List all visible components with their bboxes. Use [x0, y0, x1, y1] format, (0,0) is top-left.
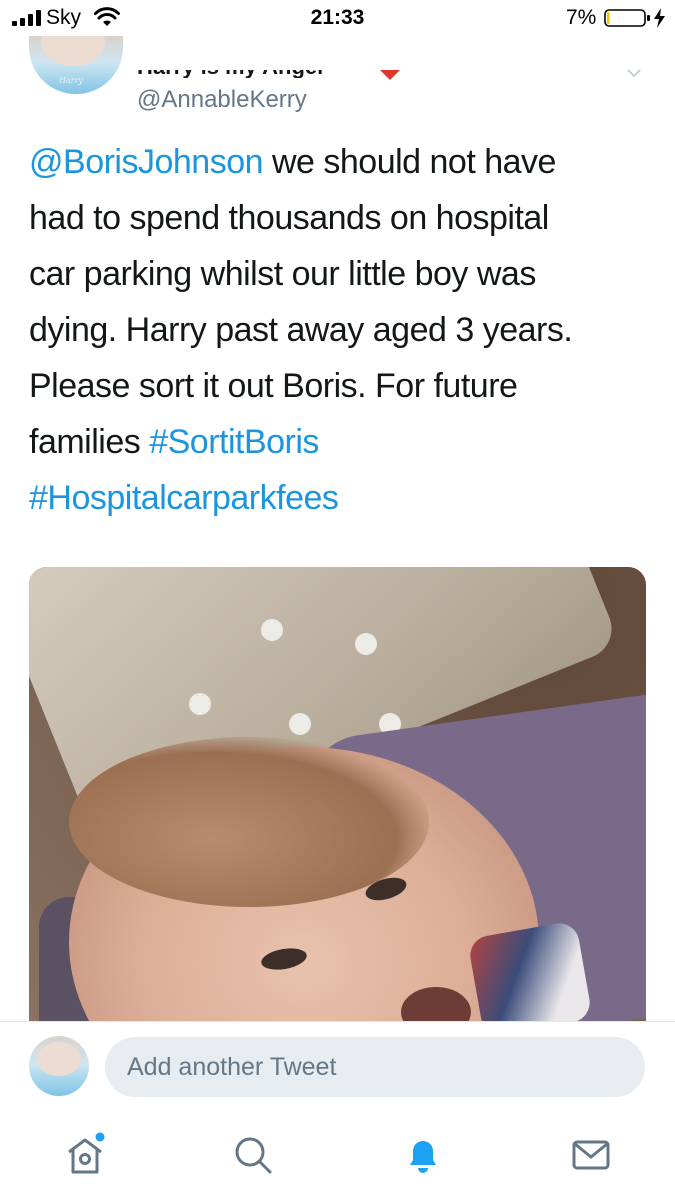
- tweet-line: @BorisJohnson we should not have: [29, 143, 556, 181]
- tweet-line: #Hospitalcarparkfees: [29, 470, 649, 526]
- tweet-line: dying. Harry past away aged 3 years.: [29, 311, 573, 349]
- tweet-line: Please sort it out Boris. For future: [29, 367, 518, 405]
- tweet-line: had to spend thousands on hospital: [29, 199, 549, 237]
- tweet-photo[interactable]: [29, 567, 646, 1021]
- battery-percentage: 7%: [566, 6, 597, 29]
- tab-bar: [0, 1122, 675, 1200]
- tweet-header: Harry Harry is my Angel @AnnableKerry: [0, 36, 675, 113]
- add-tweet-input[interactable]: Add another Tweet: [105, 1037, 645, 1097]
- user-avatar[interactable]: [29, 1036, 89, 1096]
- charging-bolt-icon: [654, 8, 665, 28]
- tweet-line: car parking whilst our little boy was: [29, 255, 536, 293]
- author-handle[interactable]: @AnnableKerry: [137, 86, 307, 114]
- search-icon[interactable]: [230, 1132, 276, 1178]
- hashtag-link[interactable]: #SortitBoris: [149, 423, 319, 461]
- chevron-down-icon[interactable]: [627, 69, 641, 77]
- avatar-caption: Harry: [59, 76, 83, 85]
- heart-emoji-icon: [380, 70, 400, 80]
- author-avatar[interactable]: Harry: [29, 36, 123, 94]
- home-icon[interactable]: [62, 1132, 108, 1178]
- status-bar: Sky 21:33 7%: [0, 0, 675, 36]
- battery-icon: [604, 9, 650, 27]
- hashtag-link[interactable]: #Hospitalcarparkfees: [29, 479, 339, 517]
- tweet-line: families #SortitBoris: [29, 423, 319, 461]
- tweet-text: @BorisJohnson we should not have had to …: [29, 134, 649, 526]
- reply-bar: Add another Tweet: [0, 1022, 675, 1122]
- mention-link[interactable]: @BorisJohnson: [29, 143, 264, 181]
- add-tweet-placeholder: Add another Tweet: [127, 1053, 337, 1081]
- notifications-icon[interactable]: [400, 1132, 446, 1178]
- messages-icon[interactable]: [568, 1132, 614, 1178]
- author-display-name[interactable]: Harry is my Angel: [137, 70, 323, 78]
